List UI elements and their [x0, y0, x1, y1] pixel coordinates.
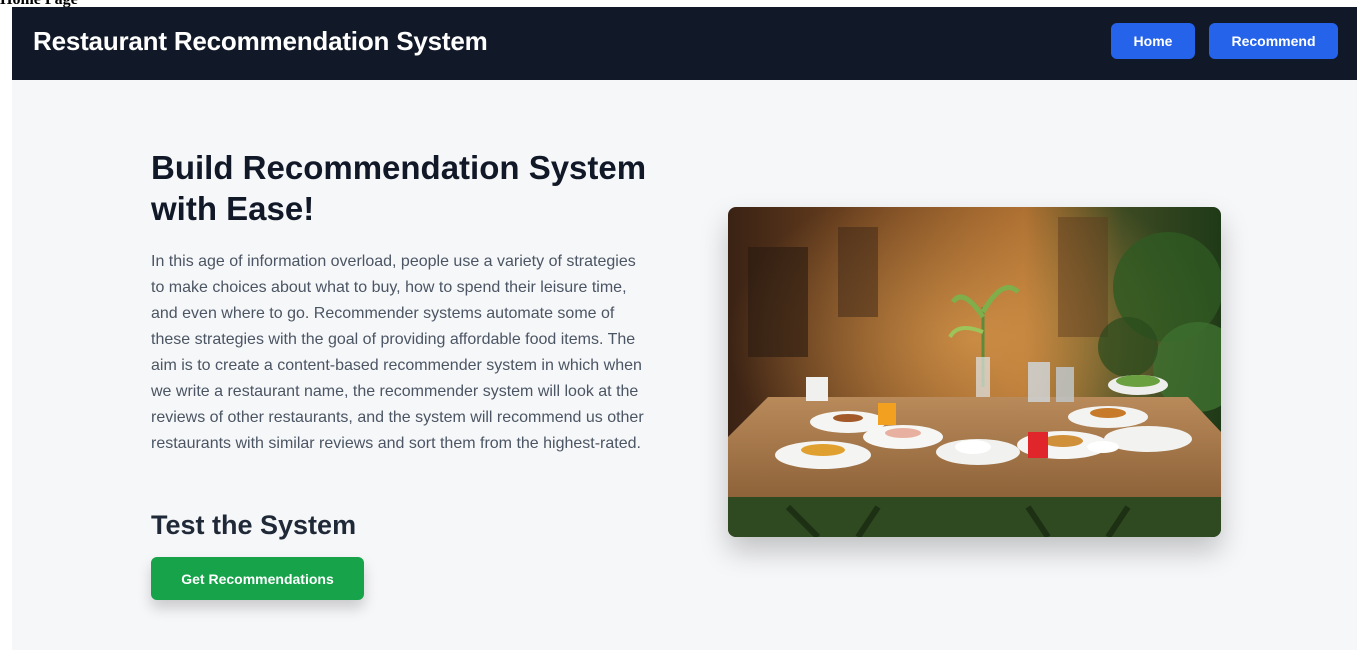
test-system-heading: Test the System: [151, 510, 357, 540]
navbar: Restaurant Recommendation System Home Re…: [12, 7, 1357, 80]
hero-headline: Build Recommendation System with Ease!: [151, 149, 647, 227]
get-recommendations-button[interactable]: Get Recommendations: [151, 557, 364, 600]
home-button[interactable]: Home: [1111, 23, 1195, 59]
recommend-button[interactable]: Recommend: [1209, 23, 1338, 59]
page-frame: Restaurant Recommendation System Home Re…: [12, 7, 1357, 650]
brand-title[interactable]: Restaurant Recommendation System: [33, 26, 488, 57]
restaurant-table-photo: [728, 207, 1221, 537]
hero-paragraph: In this age of information overload, peo…: [151, 253, 644, 452]
